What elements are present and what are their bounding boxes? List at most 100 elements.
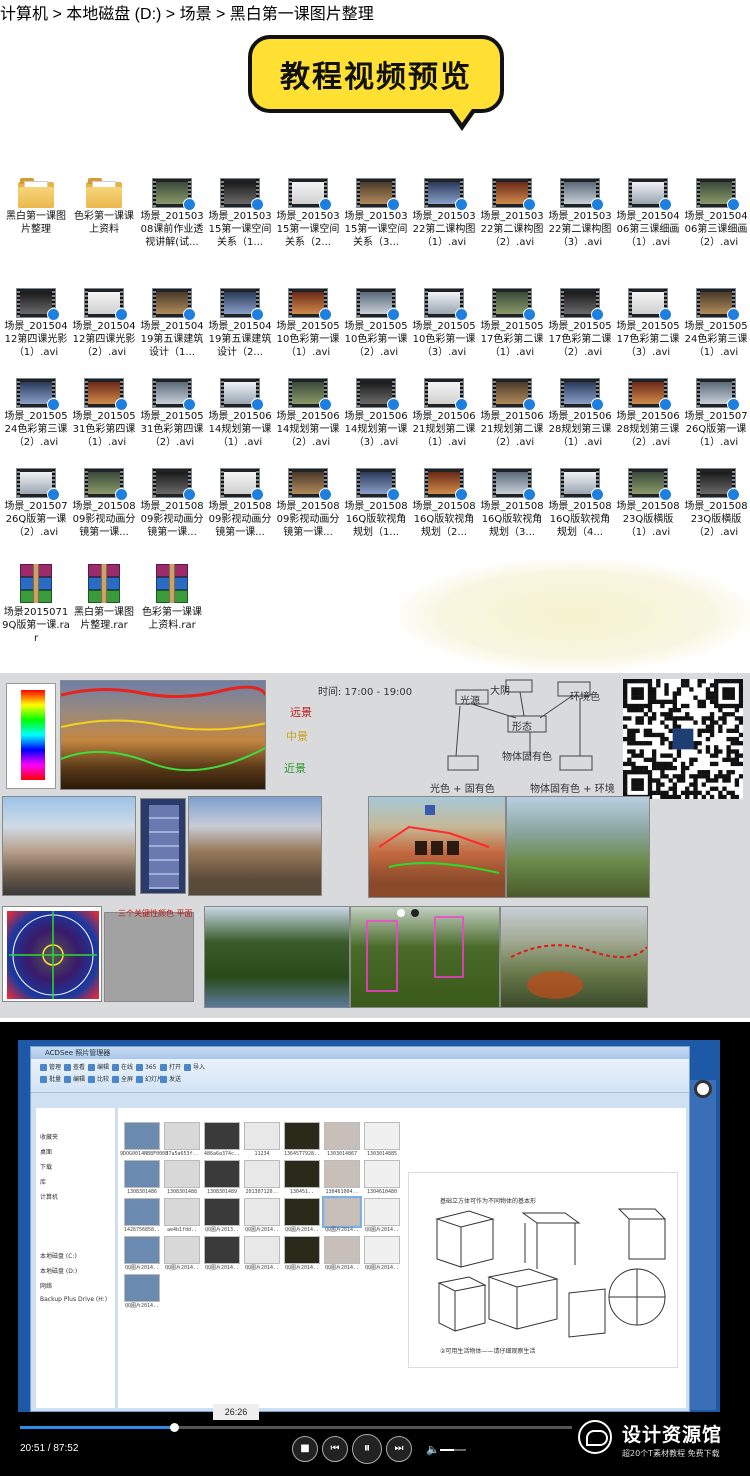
image-thumbnail[interactable] — [124, 1122, 160, 1150]
image-thumbnail[interactable] — [244, 1198, 280, 1226]
ribbon-button[interactable]: 批量 — [39, 1075, 61, 1084]
image-thumbnail[interactable] — [284, 1160, 320, 1188]
image-thumbnail[interactable] — [204, 1122, 240, 1150]
file-item[interactable]: 场景_20150809影视动画分镜第一课... — [274, 468, 342, 539]
file-item[interactable]: 场景_20150614规划第一课（3）.avi — [342, 378, 410, 449]
image-thumbnail[interactable] — [204, 1236, 240, 1264]
image-thumbnail[interactable] — [324, 1160, 360, 1188]
file-item[interactable]: 场景_20150816Q版软视角规划（3... — [478, 468, 546, 539]
file-item[interactable]: 场景_20150809影视动画分镜第一课... — [138, 468, 206, 539]
nav-item[interactable]: 本地磁盘 (C:) — [36, 1249, 115, 1262]
image-thumbnail[interactable] — [204, 1198, 240, 1226]
file-item[interactable]: 场景_20150726Q版第一课（1）.avi — [682, 378, 750, 449]
image-thumbnail[interactable] — [364, 1198, 400, 1226]
nav-item[interactable]: 下载 — [36, 1160, 115, 1173]
file-item[interactable]: 场景_20150517色彩第二课（2）.avi — [546, 288, 614, 359]
image-thumbnail[interactable] — [244, 1236, 280, 1264]
file-item[interactable]: 场景_20150614规划第一课（1）.avi — [206, 378, 274, 449]
file-item[interactable]: 场景_20150322第二课构图（3）.avi — [546, 178, 614, 249]
file-item[interactable]: 场景_20150412第四课光影（1）.avi — [2, 288, 70, 359]
file-item[interactable]: 场景_20150816Q版软视角规划（1... — [342, 468, 410, 539]
file-item[interactable]: 场景_20150315第一课空间关系（2... — [274, 178, 342, 249]
image-thumbnail[interactable] — [324, 1122, 360, 1150]
file-item[interactable]: 场景_20150419第五课建筑设计（1... — [138, 288, 206, 359]
file-item[interactable]: 场景_20150823Q版横版（2）.avi — [682, 468, 750, 539]
file-item[interactable]: 场景_20150809影视动画分镜第一课... — [206, 468, 274, 539]
file-item[interactable]: 场景_20150510色彩第一课（1）.avi — [274, 288, 342, 359]
image-thumbnail[interactable] — [244, 1122, 280, 1150]
ribbon-button[interactable]: 编辑 — [63, 1075, 85, 1084]
file-item[interactable]: 场景_20150315第一课空间关系（1... — [206, 178, 274, 249]
file-item[interactable]: 场景_20150531色彩第四课（2）.avi — [138, 378, 206, 449]
next-button[interactable]: ⏭ — [386, 1436, 412, 1462]
image-thumbnail[interactable] — [284, 1236, 320, 1264]
nav-item[interactable]: 桌面 — [36, 1145, 115, 1158]
previous-button[interactable]: ⏮ — [322, 1436, 348, 1462]
ribbon-button[interactable]: 全屏 — [111, 1075, 133, 1084]
image-thumbnail[interactable] — [364, 1122, 400, 1150]
nav-item[interactable]: 本地磁盘 (D:) — [36, 1264, 115, 1277]
image-thumbnail[interactable] — [284, 1198, 320, 1226]
file-item[interactable]: 场景_20150510色彩第一课（2）.avi — [342, 288, 410, 359]
file-item[interactable]: 场景_20150322第二课构图（2）.avi — [478, 178, 546, 249]
pause-button[interactable]: ⏸ — [352, 1434, 382, 1464]
file-item[interactable]: 场景_20150315第一课空间关系（3... — [342, 178, 410, 249]
image-thumbnail[interactable] — [284, 1122, 320, 1150]
file-item[interactable]: 场景_20150524色彩第三课（1）.avi — [682, 288, 750, 359]
file-item[interactable]: 场景_20150621规划第二课（2）.avi — [478, 378, 546, 449]
file-item[interactable]: 黑白第一课图片整理 — [2, 178, 70, 236]
image-thumbnail[interactable] — [124, 1160, 160, 1188]
ribbon-button[interactable]: 在线 — [111, 1063, 133, 1072]
volume-slider[interactable] — [440, 1449, 466, 1451]
nav-item[interactable]: 计算机 — [36, 1190, 115, 1203]
file-item[interactable]: 色彩第一课课上资料.rar — [138, 564, 206, 632]
file-item[interactable]: 场景_20150816Q版软视角规划（2... — [410, 468, 478, 539]
file-item[interactable]: 场景_20150510色彩第一课（3）.avi — [410, 288, 478, 359]
file-item[interactable]: 场景_20150621规划第二课（1）.avi — [410, 378, 478, 449]
file-item[interactable]: 场景_20150628规划第三课（1）.avi — [546, 378, 614, 449]
image-thumbnail[interactable] — [164, 1122, 200, 1150]
image-thumbnail[interactable] — [244, 1160, 280, 1188]
ribbon-button[interactable]: 365 — [135, 1063, 156, 1072]
image-thumbnail[interactable] — [164, 1236, 200, 1264]
ribbon-button[interactable]: 打开 — [159, 1063, 181, 1072]
file-item[interactable]: 场景_20150406第三课细画（1）.avi — [614, 178, 682, 249]
file-item[interactable]: 场景_20150412第四课光影（2）.avi — [70, 288, 138, 359]
ribbon-button[interactable]: 查看 — [63, 1063, 85, 1072]
image-thumbnail[interactable] — [164, 1198, 200, 1226]
file-item[interactable]: 场景_20150419第五课建筑设计（2... — [206, 288, 274, 359]
image-thumbnail[interactable] — [322, 1196, 362, 1228]
file-item[interactable]: 黑白第一课图片整理.rar — [70, 564, 138, 632]
file-item[interactable]: 场景_20150406第三课细画（2）.avi — [682, 178, 750, 249]
nav-item[interactable]: 收藏夹 — [36, 1130, 115, 1143]
file-item[interactable]: 场景_20150823Q版横版（1）.avi — [614, 468, 682, 539]
file-item[interactable]: 场景_20150308课前作业透视讲解(试... — [138, 178, 206, 249]
nav-item[interactable]: Backup Plus Drive (H:) — [36, 1294, 115, 1305]
image-thumbnail[interactable] — [364, 1160, 400, 1188]
file-item[interactable]: 场景_20150517色彩第二课（3）.avi — [614, 288, 682, 359]
file-item[interactable]: 场景_20150614规划第一课（2）.avi — [274, 378, 342, 449]
ribbon-button[interactable]: 导入 — [183, 1063, 205, 1072]
file-item[interactable]: 色彩第一课课上资料 — [70, 178, 138, 236]
image-thumbnail[interactable] — [164, 1160, 200, 1188]
file-item[interactable]: 场景_20150726Q版第一课（2）.avi — [2, 468, 70, 539]
file-item[interactable]: 场景_20150531色彩第四课（1）.avi — [70, 378, 138, 449]
image-thumbnail[interactable] — [204, 1160, 240, 1188]
image-thumbnail[interactable] — [124, 1198, 160, 1226]
file-item[interactable]: 场景_20150322第二课构图（1）.avi — [410, 178, 478, 249]
volume-icon[interactable]: 🔈 — [426, 1443, 440, 1456]
nav-item[interactable]: 网络 — [36, 1279, 115, 1292]
ribbon-button[interactable]: 编辑 — [87, 1063, 109, 1072]
file-item[interactable]: 场景_20150816Q版软视角规划（4... — [546, 468, 614, 539]
file-item[interactable]: 场景_20150524色彩第三课（2）.avi — [2, 378, 70, 449]
nav-item[interactable]: 库 — [36, 1175, 115, 1188]
image-thumbnail[interactable] — [124, 1274, 160, 1302]
image-thumbnail[interactable] — [124, 1236, 160, 1264]
file-item[interactable]: 场景_20150517色彩第二课（1）.avi — [478, 288, 546, 359]
ribbon-button[interactable]: 发送 — [159, 1075, 181, 1084]
file-item[interactable]: 场景_20150628规划第三课（2）.avi — [614, 378, 682, 449]
image-thumbnail[interactable] — [364, 1236, 400, 1264]
address-bar[interactable]: 计算机 > 本地磁盘 (D:) > 场景 > 黑白第一课图片整理 — [0, 0, 750, 24]
ribbon-button[interactable]: 管理 — [39, 1063, 61, 1072]
stop-button[interactable]: ■ — [292, 1436, 318, 1462]
